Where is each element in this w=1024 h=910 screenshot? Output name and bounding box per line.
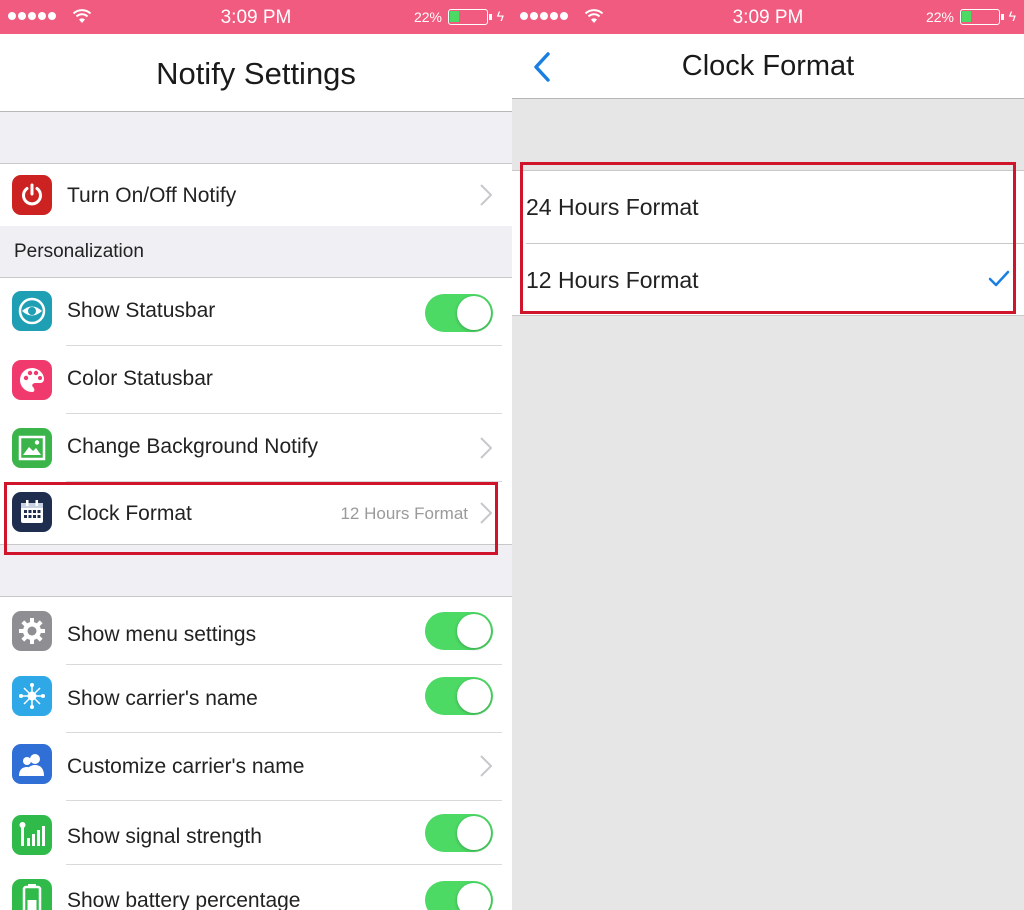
- page-title: Clock Format: [681, 50, 855, 82]
- calendar-icon: [12, 492, 52, 532]
- section-header-personalization: Personalization: [0, 226, 512, 278]
- nav-bar: Clock Format: [512, 34, 1024, 99]
- show-carrier-name-toggle[interactable]: [425, 677, 493, 715]
- row-label: Customize carrier's name: [67, 755, 305, 778]
- network-icon: [12, 676, 52, 716]
- display-options-group: Show menu settings Show carrier's name C…: [0, 596, 512, 910]
- option-label: 24 Hours Format: [526, 194, 699, 220]
- section-title: Personalization: [14, 241, 144, 262]
- nav-bar: Notify Settings: [0, 34, 512, 112]
- clock-format-screen: 3:09 PM 22% ϟ Clock Format 24 Hours Form…: [512, 0, 1024, 910]
- show-statusbar-row[interactable]: Show Statusbar: [0, 278, 512, 346]
- battery-icon: [960, 9, 1004, 25]
- chevron-right-icon: [480, 437, 492, 459]
- chevron-right-icon: [480, 184, 492, 206]
- row-label: Show Statusbar: [67, 299, 216, 322]
- row-label: Show menu settings: [67, 623, 257, 646]
- option-label: 12 Hours Format: [526, 267, 699, 293]
- row-label: Color Statusbar: [67, 367, 213, 390]
- battery-icon: [12, 879, 52, 910]
- power-icon: [12, 175, 52, 215]
- row-label: Change Background Notify: [67, 435, 318, 458]
- option-24-hours[interactable]: 24 Hours Format: [512, 171, 1024, 243]
- charging-icon: ϟ: [496, 8, 504, 24]
- turn-on-off-notify-row[interactable]: Turn On/Off Notify: [0, 164, 512, 226]
- checkmark-icon: [988, 270, 1010, 287]
- personalization-group: Show Statusbar Color Statusbar Change Ba…: [0, 278, 512, 545]
- notify-settings-screen: 3:09 PM 22% ϟ Notify Settings Turn On/Of…: [0, 0, 512, 910]
- status-bar: 3:09 PM 22% ϟ: [0, 0, 512, 34]
- notify-toggle-group: Turn On/Off Notify: [0, 163, 512, 227]
- show-carrier-name-row[interactable]: Show carrier's name: [0, 665, 512, 733]
- clock-format-options: 24 Hours Format 12 Hours Format: [512, 170, 1024, 316]
- show-statusbar-toggle[interactable]: [425, 294, 493, 332]
- row-label: Show signal strength: [67, 825, 262, 848]
- users-icon: [12, 744, 52, 784]
- show-battery-percentage-toggle[interactable]: [425, 881, 493, 910]
- row-label: Turn On/Off Notify: [67, 184, 237, 207]
- show-signal-strength-toggle[interactable]: [425, 814, 493, 852]
- row-label: Show carrier's name: [67, 687, 258, 710]
- customize-carrier-name-row[interactable]: Customize carrier's name: [0, 733, 512, 801]
- status-bar: 3:09 PM 22% ϟ: [512, 0, 1024, 34]
- chevron-right-icon: [480, 755, 492, 777]
- battery-percent: 22%: [413, 9, 442, 25]
- row-label: Show battery percentage: [67, 889, 301, 910]
- clock-format-row[interactable]: Clock Format 12 Hours Format: [0, 482, 512, 544]
- chevron-right-icon: [480, 502, 492, 524]
- option-12-hours[interactable]: 12 Hours Format: [526, 243, 1024, 315]
- eye-icon: [12, 291, 52, 331]
- image-icon: [12, 428, 52, 468]
- show-signal-strength-row[interactable]: Show signal strength: [0, 801, 512, 865]
- battery-icon: [448, 9, 492, 25]
- color-statusbar-row[interactable]: Color Statusbar: [0, 346, 512, 414]
- row-label: Clock Format: [67, 502, 192, 525]
- show-menu-settings-row[interactable]: Show menu settings: [0, 597, 512, 665]
- signal-icon: [12, 815, 52, 855]
- show-menu-settings-toggle[interactable]: [425, 612, 493, 650]
- charging-icon: ϟ: [1008, 8, 1016, 24]
- palette-icon: [12, 360, 52, 400]
- show-battery-percentage-row[interactable]: Show battery percentage: [0, 865, 512, 910]
- page-title: Notify Settings: [156, 56, 356, 91]
- gear-icon: [12, 611, 52, 651]
- clock-format-value: 12 Hours Format: [340, 504, 468, 523]
- change-background-notify-row[interactable]: Change Background Notify: [0, 414, 512, 482]
- battery-percent: 22%: [925, 9, 954, 25]
